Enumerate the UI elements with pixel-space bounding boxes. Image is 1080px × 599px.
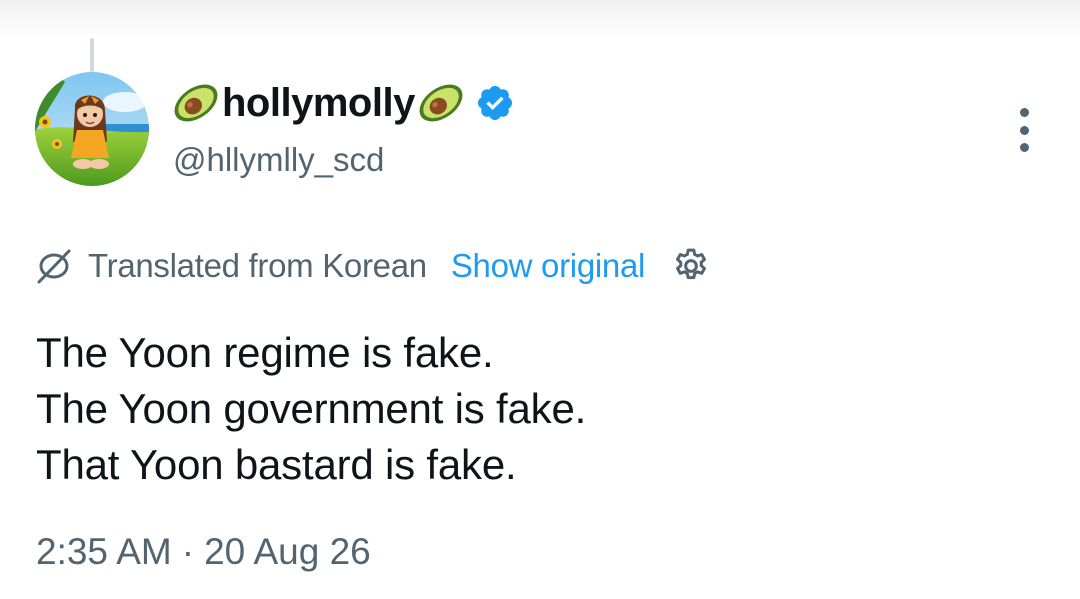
more-dot xyxy=(1019,125,1029,135)
thread-connector-line xyxy=(90,38,94,72)
more-options-button[interactable] xyxy=(1006,106,1042,154)
avatar[interactable] xyxy=(35,72,149,186)
tweet-detail-view: hollymolly @hllymlly_scd Translated from… xyxy=(0,0,1080,599)
tweet-text: The Yoon regime is fake. The Yoon govern… xyxy=(36,325,586,493)
translate-icon xyxy=(34,246,74,286)
avocado-icon xyxy=(415,80,467,126)
tweet-text-line: The Yoon government is fake. xyxy=(36,385,587,432)
gear-icon[interactable] xyxy=(671,246,711,286)
display-name: hollymolly xyxy=(222,81,415,125)
translated-from-label: Translated from Korean xyxy=(88,247,427,284)
tweet-time: 2:35 AM xyxy=(36,531,172,572)
user-handle[interactable]: @hllymlly_scd xyxy=(173,138,384,182)
translation-bar: Translated from Korean Show original xyxy=(34,242,711,290)
more-dot xyxy=(1019,108,1029,117)
tweet-text-line: The Yoon regime is fake. xyxy=(36,329,494,376)
tweet-text-line: That Yoon bastard is fake. xyxy=(36,441,517,488)
more-dot xyxy=(1019,143,1029,152)
tweet-date: 20 Aug 26 xyxy=(204,531,371,572)
verified-icon[interactable] xyxy=(475,83,515,123)
display-name-row[interactable]: hollymolly xyxy=(170,78,515,128)
tweet-timestamp[interactable]: 2:35 AM · 20 Aug 26 xyxy=(36,528,371,576)
timestamp-separator: · xyxy=(181,531,195,572)
show-original-link[interactable]: Show original xyxy=(451,247,646,285)
avocado-icon xyxy=(170,80,222,126)
top-divider xyxy=(0,0,1080,38)
